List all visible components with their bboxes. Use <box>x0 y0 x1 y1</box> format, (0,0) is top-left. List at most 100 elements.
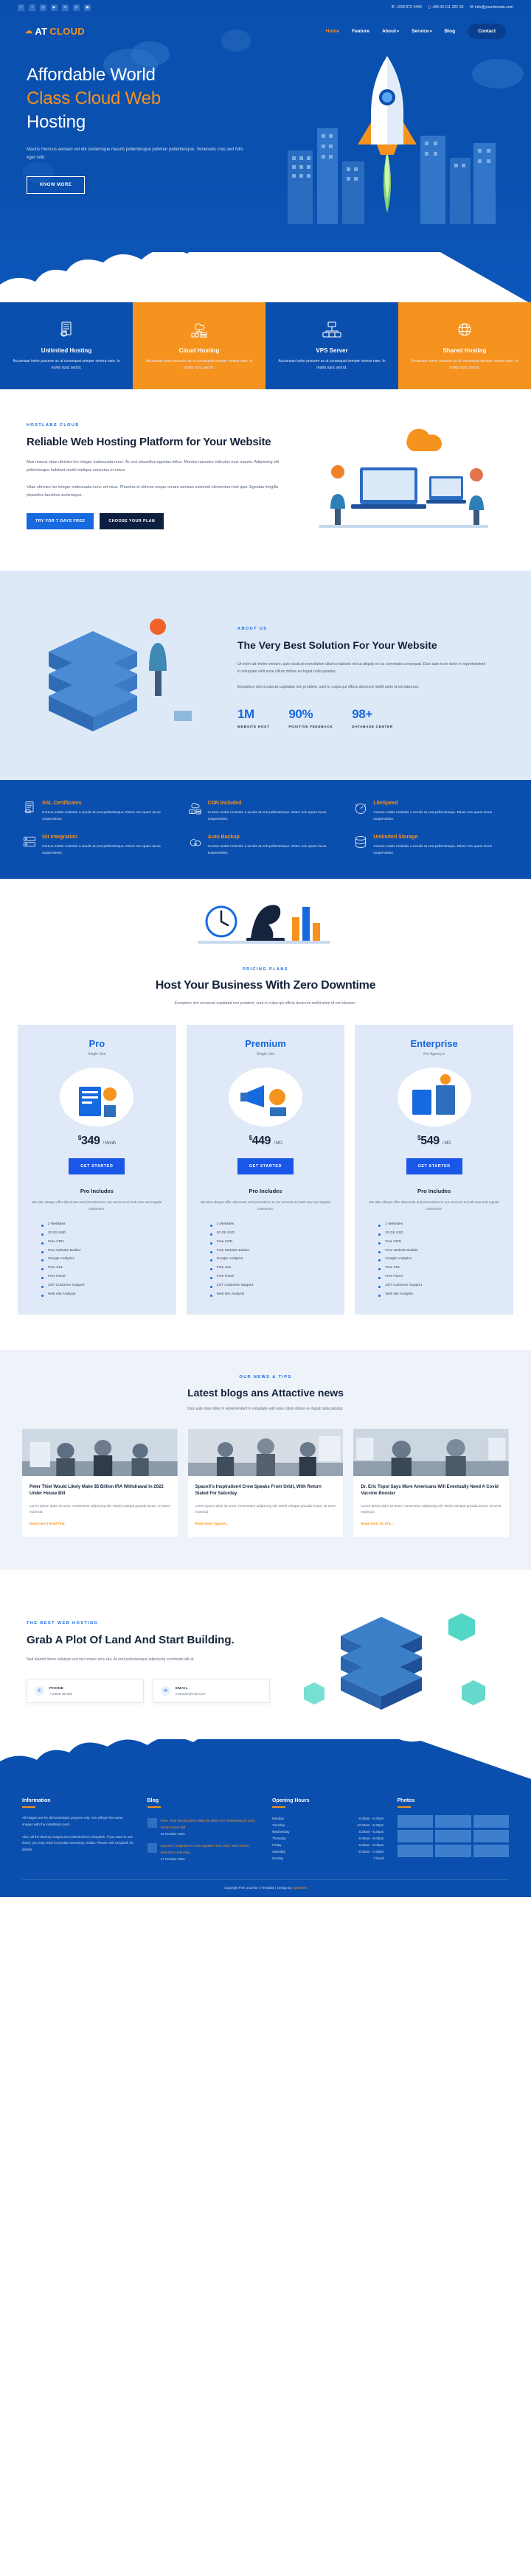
section-eyebrow: ABOUT US <box>237 626 268 631</box>
service-card-cloud-hosting[interactable]: Cloud Hosting Accumsan tortor posuere ac… <box>133 302 266 389</box>
hours-row: Thursday 8.30am - 5.00pm <box>272 1835 384 1842</box>
photo-thumb[interactable] <box>397 1830 433 1843</box>
contact-card-phone[interactable]: ✆ PHONE +10505-05-050 <box>27 1679 144 1704</box>
blog-image-business-meeting <box>22 1428 178 1476</box>
top-contact-info: ✆ +228 872 4444 ▯ +88 00 111 222 33 ✉ info@… <box>392 5 513 10</box>
hours-row: Wednesday 8.30am - 6.30pm <box>272 1828 384 1835</box>
footer-col-information: Information All images are for demonstra… <box>22 1798 134 1865</box>
plan-feature-list: 2 Websites 20 Gb SSD Free CDN Free Websi… <box>365 1220 503 1298</box>
features-grid: SSL Certificates Cursus mattis molestie … <box>22 801 509 857</box>
service-card-vps-server[interactable]: VPS Server Accumsan tortor posuere ac ut… <box>266 302 398 389</box>
pricing-subtitle: Excepteur sint occaecat cupidatat non pr… <box>174 1001 357 1006</box>
get-started-button[interactable]: GET STARTED <box>69 1158 125 1175</box>
nav-item-feature[interactable]: Feature <box>352 29 369 34</box>
photo-thumb[interactable] <box>397 1815 433 1828</box>
footer-blog-title[interactable]: Peter Thiel Would Likely Make $5 Billion… <box>161 1819 255 1829</box>
logo-text-cloud: CLOUD <box>49 25 85 37</box>
choose-plan-button[interactable]: CHOOSE YOUR PLAN <box>100 513 164 530</box>
footer-col-photos: Photos <box>397 1798 509 1865</box>
social-links: f t ◎ ▶ in p ◼ <box>18 4 91 11</box>
footer-cloud-divider <box>0 1739 531 1780</box>
facebook-icon[interactable]: f <box>18 4 24 11</box>
blog-card[interactable]: Dr. Eric Topol Says More Americans Will … <box>353 1428 510 1538</box>
price-period: / MO <box>274 1141 282 1146</box>
price-amount: 349 <box>80 1135 100 1148</box>
list-item: 20 Gb SSD <box>209 1229 335 1238</box>
list-item: 24/7 Customer Support <box>378 1281 503 1289</box>
feature-text: Cursus mattis molestie a iaculis at erat… <box>207 845 327 856</box>
nav-item-about[interactable]: About ▾ <box>382 29 399 34</box>
plan-includes-title: Pro Includes <box>80 1188 114 1195</box>
cta-text-col: THE BEST WEB HOSTING Grab A Plot Of Land… <box>27 1621 270 1704</box>
list-item: Free CDN <box>209 1237 335 1246</box>
footer-blog-title[interactable]: SpaceX's Inspiration4 Crew Speaks From O… <box>161 1844 249 1854</box>
instagram-icon[interactable]: ◎ <box>40 4 46 11</box>
copyright-link[interactable]: Agetheme <box>292 1886 307 1890</box>
list-item: Web site Analysis <box>378 1289 503 1298</box>
blog-card-title: Dr. Eric Topol Says More Americans Will … <box>361 1484 499 1497</box>
try-free-button[interactable]: TRY FOR 7 DAYS FREE <box>27 513 94 530</box>
blog-read-more-link[interactable]: Read more: SpaceX... <box>188 1516 236 1525</box>
service-title: Unlimited Hosting <box>41 347 92 354</box>
navbar: ☁ AT CLOUD Home Feature About ▾ Service ▾ … <box>0 15 531 47</box>
blog-read-more-link[interactable]: Read more: Dr. Eric... <box>353 1516 400 1525</box>
cloud-hosting-icon <box>143 318 255 341</box>
flickr-icon[interactable]: ◼ <box>84 4 91 11</box>
email-link[interactable]: ✉ info@yourdomain.com <box>470 5 513 10</box>
blog-card-excerpt: Lorem ipsum dolor sit amet, consectetur … <box>30 1503 170 1514</box>
reliable-paragraph-2: Vitae ultricies leo integer malesuada nu… <box>27 485 279 498</box>
contact-card-email[interactable]: ✉ EMAIL example@mail.com <box>153 1679 270 1704</box>
service-card-unlimited-hosting[interactable]: Unlimited Hosting Accumsan tortor posuer… <box>0 302 133 389</box>
list-item[interactable]: SpaceX's Inspiration4 Crew Speaks From O… <box>147 1840 260 1865</box>
chess-illustration-band <box>0 879 531 959</box>
photo-thumb[interactable] <box>473 1845 509 1858</box>
youtube-icon[interactable]: ▶ <box>51 4 58 11</box>
photo-thumb[interactable] <box>397 1845 433 1858</box>
blog-card[interactable]: SpaceX's Inspiration4 Crew Speaks From O… <box>187 1428 344 1538</box>
photo-thumb[interactable] <box>473 1815 509 1828</box>
feature-title: CDN Included <box>207 801 242 806</box>
nav-item-service[interactable]: Service ▾ <box>412 29 431 34</box>
hero-paragraph: Mauris rhoncus aenean vel elit scelerisq… <box>27 147 243 160</box>
stat-number: 98+ <box>352 707 372 722</box>
know-more-button[interactable]: KNOW MORE <box>27 175 86 194</box>
list-item[interactable]: Peter Thiel Would Likely Make $5 Billion… <box>147 1815 260 1840</box>
feature-title: SSL Certificates <box>42 801 82 806</box>
hours-day: Tuesday <box>272 1823 285 1828</box>
service-title: Cloud Hosting <box>178 347 220 354</box>
photo-thumb[interactable] <box>435 1845 471 1858</box>
plan-sku: Single Use <box>88 1052 106 1057</box>
plan-price: $549 / MO <box>365 1135 503 1148</box>
phone-1[interactable]: ✆ +228 872 4444 <box>392 5 422 10</box>
blog-card-title: SpaceX's Inspiration4 Crew Speaks From O… <box>195 1484 322 1497</box>
blog-read-more-link[interactable]: Read more | Read That <box>22 1516 72 1525</box>
nav-item-blog[interactable]: Blog <box>445 29 456 34</box>
photo-thumb[interactable] <box>473 1830 509 1843</box>
blog-card[interactable]: Peter Thiel Would Likely Make $5 Billion… <box>22 1428 178 1538</box>
twitter-icon[interactable]: t <box>29 4 35 11</box>
photo-thumb[interactable] <box>435 1830 471 1843</box>
service-text: Accumsan tortor posuere ac ut consequat … <box>145 359 253 370</box>
hero-title-line1: Affordable World <box>27 65 156 85</box>
nav-item-home[interactable]: Home <box>326 29 339 34</box>
hours-day: Thursday <box>272 1837 286 1841</box>
list-item: 24/7 Customer Support <box>209 1281 335 1289</box>
rocket-city-illustration <box>280 40 502 224</box>
hero-title-line3: Hosting <box>27 111 86 132</box>
service-card-shared-hosting[interactable]: Shared Hosting Accumsan tortor posuere a… <box>398 302 531 389</box>
unlimited-storage-icon <box>353 835 368 857</box>
phone-2[interactable]: ▯ +88 00 111 222 33 <box>428 5 464 10</box>
hero-title-line2: Class Cloud Web <box>27 88 161 108</box>
get-started-button[interactable]: GET STARTED <box>237 1158 294 1175</box>
hours-day: Wednesday <box>272 1830 290 1834</box>
feature-text: Cursus mattis molestie a iaculis at erat… <box>42 845 161 856</box>
logo-text-at: AT <box>35 25 48 37</box>
photo-thumb[interactable] <box>435 1815 471 1828</box>
linkedin-icon[interactable]: in <box>62 4 69 11</box>
list-item: 20 Gb SSD <box>378 1229 503 1238</box>
logo[interactable]: ☁ AT CLOUD <box>25 26 85 37</box>
pinterest-icon[interactable]: p <box>73 4 80 11</box>
get-started-button[interactable]: GET STARTED <box>406 1158 462 1175</box>
hours-time: 10.30am - 6.30pm <box>356 1823 384 1828</box>
contact-button[interactable]: Contact <box>468 23 506 39</box>
